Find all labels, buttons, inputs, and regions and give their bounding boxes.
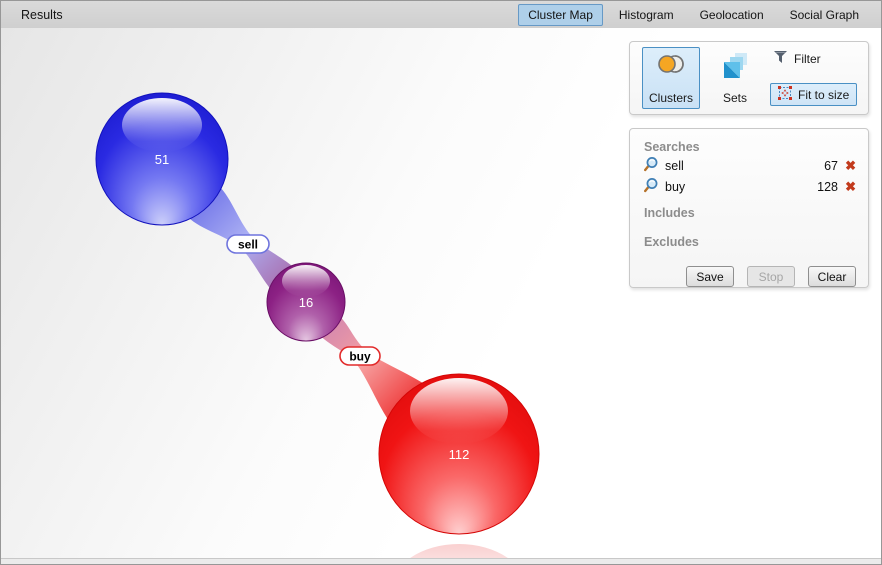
cluster-label-16: 16 <box>299 295 313 310</box>
search-icon <box>644 156 660 175</box>
filter-button[interactable]: Filter <box>770 50 857 68</box>
fit-to-size-button[interactable]: Fit to size <box>770 83 857 106</box>
tab-cluster-map[interactable]: Cluster Map <box>518 4 603 26</box>
cluster-node-buy[interactable]: 112 <box>379 374 539 534</box>
sets-button[interactable]: Sets <box>709 47 761 109</box>
searches-panel: Searches sell 67 ✖ <box>629 128 869 288</box>
cluster-label-51: 51 <box>155 152 169 167</box>
clear-button[interactable]: Clear <box>808 266 856 287</box>
search-icon <box>644 177 660 196</box>
cluster-label-112: 112 <box>449 447 470 462</box>
cluster-node-intersection[interactable]: 16 <box>267 263 345 341</box>
search-row-buy: buy 128 ✖ <box>644 177 856 196</box>
cluster-node-sell[interactable]: 51 <box>96 93 228 225</box>
tab-histogram[interactable]: Histogram <box>609 4 684 26</box>
results-window: Results Cluster Map Histogram Geolocatio… <box>0 0 882 565</box>
filter-label: Filter <box>794 52 821 66</box>
toolbar-right-column: Filter <box>770 48 857 108</box>
filter-funnel-icon <box>774 51 788 67</box>
tab-geolocation[interactable]: Geolocation <box>690 4 774 26</box>
search-name: buy <box>665 180 685 194</box>
search-row-sell: sell 67 ✖ <box>644 156 856 175</box>
clusters-venn-icon <box>656 53 686 78</box>
display-toolbar-panel: Clusters Sets <box>629 41 869 115</box>
search-count: 67 <box>808 159 838 173</box>
cluster-map-canvas: 51 16 112 sell buy <box>1 28 881 560</box>
bottom-strip <box>1 558 881 564</box>
clusters-button[interactable]: Clusters <box>642 47 700 109</box>
excludes-header: Excludes <box>644 235 856 249</box>
fit-to-size-icon <box>778 86 792 103</box>
tab-social-graph[interactable]: Social Graph <box>780 4 869 26</box>
save-button[interactable]: Save <box>686 266 734 287</box>
sets-icon <box>722 53 749 82</box>
svg-text:sell: sell <box>238 238 258 252</box>
search-name: sell <box>665 159 684 173</box>
title-bar: Results Cluster Map Histogram Geolocatio… <box>1 1 881 28</box>
stop-button[interactable]: Stop <box>747 266 795 287</box>
remove-search-icon[interactable]: ✖ <box>838 179 856 195</box>
view-tabs: Cluster Map Histogram Geolocation Social… <box>518 4 869 26</box>
search-count: 128 <box>808 180 838 194</box>
svg-text:buy: buy <box>349 350 371 364</box>
clusters-label: Clusters <box>649 91 693 105</box>
edge-label-buy[interactable]: buy <box>340 347 380 365</box>
searches-header: Searches <box>644 140 856 154</box>
fit-to-size-label: Fit to size <box>798 88 849 102</box>
search-actions: Save Stop Clear <box>644 266 856 287</box>
page-title: Results <box>21 8 63 22</box>
edge-label-sell[interactable]: sell <box>227 235 269 253</box>
sets-label: Sets <box>723 91 747 105</box>
remove-search-icon[interactable]: ✖ <box>838 158 856 174</box>
includes-header: Includes <box>644 206 856 220</box>
